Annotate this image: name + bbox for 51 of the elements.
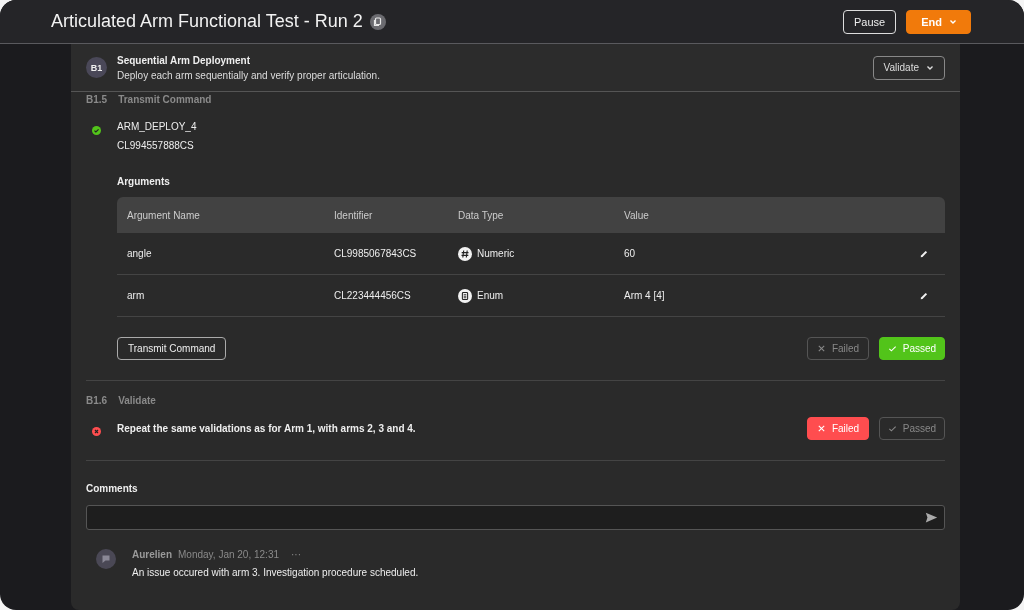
step-type: Transmit Command [118, 94, 212, 105]
check-icon [887, 423, 897, 433]
table-cell: Enum [477, 290, 504, 301]
end-button[interactable]: End [906, 9, 971, 34]
validation-instruction: Repeat the same validations as for Arm 1, with arms 2, 3 and 4. [117, 421, 417, 435]
success-check-icon [92, 126, 101, 135]
table-cell: Numeric [477, 248, 515, 259]
table-cell-text: 60 [624, 248, 637, 259]
table-cell-text: CL9985067843CS [334, 248, 418, 259]
send-icon[interactable] [925, 511, 938, 524]
more-options[interactable]: ··· [291, 549, 301, 560]
command-identifier: CL994557888CS [117, 140, 195, 151]
error-x-icon [92, 427, 101, 436]
avatar-icon [96, 549, 116, 569]
passed-button[interactable]: Passed [879, 337, 945, 360]
copy-icon[interactable] [369, 13, 386, 30]
transmit-command-button[interactable]: Transmit Command [117, 337, 227, 360]
table-cell-text: angle [127, 248, 153, 259]
table-cell-text: Arm 4 [4] [624, 290, 666, 301]
pencil-icon[interactable] [919, 248, 929, 259]
column-header: Data Type [458, 209, 505, 221]
close-icon [816, 344, 826, 353]
step-number: B1.5 [86, 94, 108, 105]
step-number: B1.6 [86, 395, 108, 406]
validate-dropdown[interactable]: Validate [872, 55, 945, 80]
failed-button[interactable]: Failed [807, 337, 869, 360]
comment-input-field[interactable] [86, 505, 945, 530]
pencil-icon[interactable] [919, 290, 929, 301]
close-icon [816, 423, 826, 433]
failed-button[interactable]: Failed [807, 416, 869, 440]
block-badge: B1 [86, 57, 107, 78]
pause-button[interactable]: Pause [843, 9, 897, 34]
list-icon [458, 288, 472, 303]
window-title: Articulated Arm Functional Test - Run 2 [51, 11, 363, 32]
table-cell-text: arm [127, 290, 146, 301]
hash-icon [458, 246, 472, 261]
passed-button[interactable]: Passed [879, 416, 945, 440]
comment-author: Aurelien [132, 549, 172, 560]
block-description: Deploy each arm sequentially and verify proper articulation. [117, 69, 381, 81]
comment-text: An issue occured with arm 3. Investigation procedure scheduled. [132, 567, 419, 578]
block-title: Sequential Arm Deployment [117, 54, 251, 66]
column-header: Value [624, 209, 650, 221]
comments-heading: Comments [86, 483, 139, 494]
table-cell-text: CL223444456CS [334, 290, 412, 301]
check-icon [887, 344, 897, 353]
arguments-heading: Arguments [117, 176, 171, 187]
step-type: Validate [118, 395, 156, 406]
column-header: Argument Name [127, 209, 201, 221]
column-header: Identifier [334, 209, 374, 221]
comment-timestamp: Monday, Jan 20, 12:31 [178, 549, 279, 560]
command-name: ARM_DEPLOY_4 [117, 121, 198, 132]
